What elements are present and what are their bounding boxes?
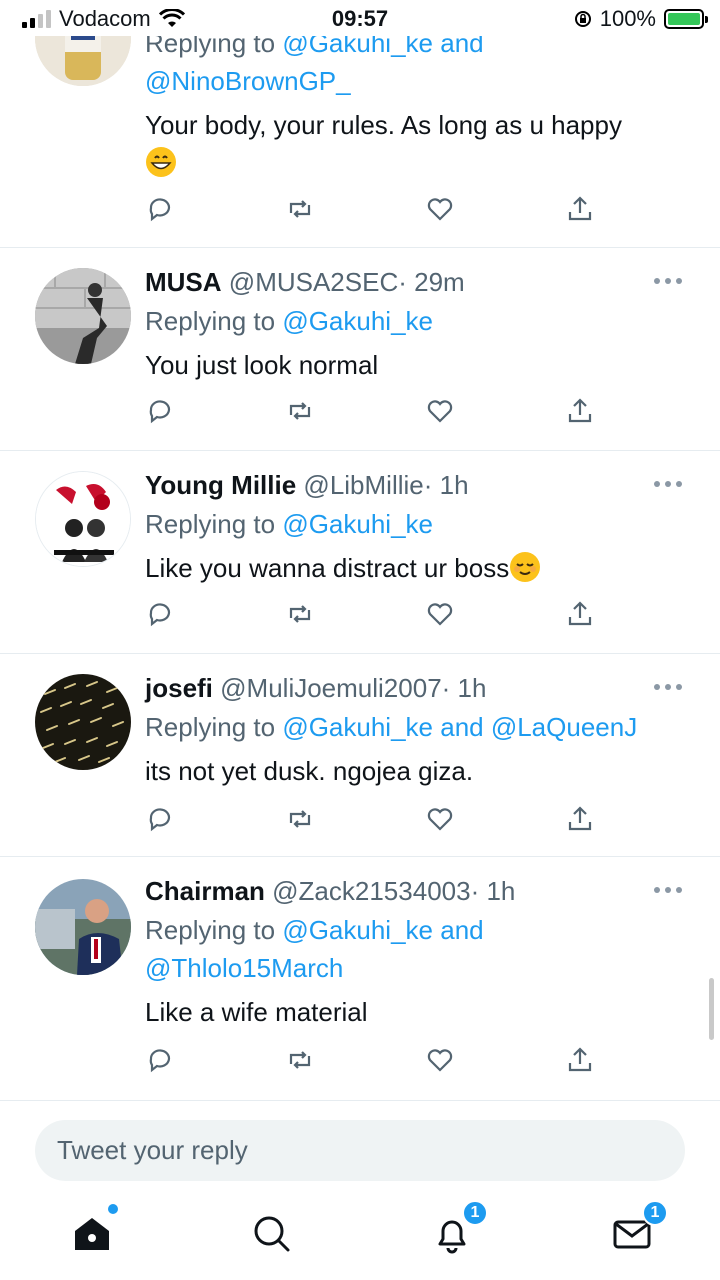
share-icon[interactable]: [565, 804, 595, 834]
nav-notifications[interactable]: 1: [430, 1200, 488, 1256]
battery-percent: 100%: [599, 6, 656, 31]
more-options-icon[interactable]: [654, 682, 682, 692]
timestamp: · 29m: [398, 267, 465, 297]
mention-link[interactable]: @Gakuhi_ke and @LaQueenJ: [282, 712, 637, 742]
tweet-item[interactable]: josefi @MuliJoemuli2007· 1h Replying to …: [0, 654, 720, 857]
tweet-text: its not yet dusk. ngojea giza.: [145, 756, 474, 786]
mention-link[interactable]: @Gakuhi_ke and: [282, 915, 483, 945]
nav-messages[interactable]: 1: [610, 1200, 668, 1256]
nav-search[interactable]: [250, 1212, 294, 1256]
tweet-text: You just look normal: [145, 350, 379, 380]
like-icon[interactable]: [425, 599, 455, 629]
reply-icon[interactable]: [145, 194, 175, 224]
like-icon[interactable]: [425, 396, 455, 426]
share-icon[interactable]: [565, 599, 595, 629]
more-options-icon[interactable]: [654, 885, 682, 895]
tweet-item[interactable]: Chairman @Zack21534003· 1h Replying to @…: [0, 857, 720, 1100]
avatar[interactable]: [35, 674, 131, 770]
like-icon[interactable]: [425, 194, 455, 224]
handle[interactable]: @LibMillie: [303, 470, 423, 500]
status-bar: Vodacom 09:57 100%: [0, 0, 720, 36]
reply-icon[interactable]: [145, 804, 175, 834]
divider: [0, 1100, 720, 1101]
more-options-icon[interactable]: [654, 276, 682, 286]
tweet-text: Like you wanna distract ur boss: [145, 553, 510, 583]
tweet-text: Like a wife material: [145, 997, 368, 1027]
handle[interactable]: @Zack21534003: [272, 876, 470, 906]
reply-box[interactable]: [35, 1120, 685, 1181]
retweet-icon[interactable]: [285, 194, 315, 224]
scrollbar[interactable]: [709, 978, 714, 1040]
tweet-item[interactable]: Young Millie @LibMillie· 1h Replying to …: [0, 451, 720, 654]
nav-home[interactable]: [70, 1204, 118, 1256]
retweet-icon[interactable]: [285, 1045, 315, 1075]
avatar[interactable]: [35, 879, 131, 975]
mention-link[interactable]: @NinoBrownGP_: [145, 66, 351, 96]
avatar[interactable]: [35, 268, 131, 364]
tweet-text: Your body, your rules. As long as u happ…: [145, 110, 622, 140]
home-icon: [75, 1218, 109, 1250]
timestamp: · 1h: [423, 470, 469, 500]
display-name[interactable]: Chairman: [145, 876, 265, 906]
reply-icon[interactable]: [145, 599, 175, 629]
reply-icon[interactable]: [145, 396, 175, 426]
tweet-item[interactable]: MUSA @MUSA2SEC· 29m Replying to @Gakuhi_…: [0, 248, 720, 451]
tweet-reply-input[interactable]: [35, 1120, 685, 1181]
notifications-badge: 1: [462, 1200, 488, 1226]
messages-badge: 1: [642, 1200, 668, 1226]
timestamp: · 1h: [470, 876, 516, 906]
retweet-icon[interactable]: [285, 396, 315, 426]
share-icon[interactable]: [565, 396, 595, 426]
reply-icon[interactable]: [145, 1045, 175, 1075]
like-icon[interactable]: [425, 1045, 455, 1075]
mention-link[interactable]: @Thlolo15March: [145, 953, 343, 983]
handle[interactable]: @MUSA2SEC: [229, 267, 398, 297]
battery-charging-icon: [664, 9, 708, 29]
share-icon[interactable]: [565, 1045, 595, 1075]
display-name[interactable]: MUSA: [145, 267, 222, 297]
retweet-icon[interactable]: [285, 804, 315, 834]
grinning-face-emoji: [146, 147, 176, 177]
retweet-icon[interactable]: [285, 599, 315, 629]
mention-link[interactable]: @Gakuhi_ke: [282, 509, 433, 539]
avatar[interactable]: [35, 471, 131, 567]
mention-link[interactable]: @Gakuhi_ke: [282, 306, 433, 336]
handle[interactable]: @MuliJoemuli2007: [220, 673, 442, 703]
share-icon[interactable]: [565, 194, 595, 224]
orientation-lock-icon: [574, 11, 591, 27]
display-name[interactable]: josefi: [145, 673, 213, 703]
more-options-icon[interactable]: [654, 479, 682, 489]
display-name[interactable]: Young Millie: [145, 470, 296, 500]
home-unread-dot: [108, 1204, 118, 1214]
tweet-item[interactable]: Replying to @Gakuhi_ke and @NinoBrownGP_…: [0, 0, 720, 248]
relieved-face-emoji: [510, 552, 541, 582]
like-icon[interactable]: [425, 804, 455, 834]
search-icon: [254, 1216, 290, 1252]
timestamp: · 1h: [441, 673, 487, 703]
